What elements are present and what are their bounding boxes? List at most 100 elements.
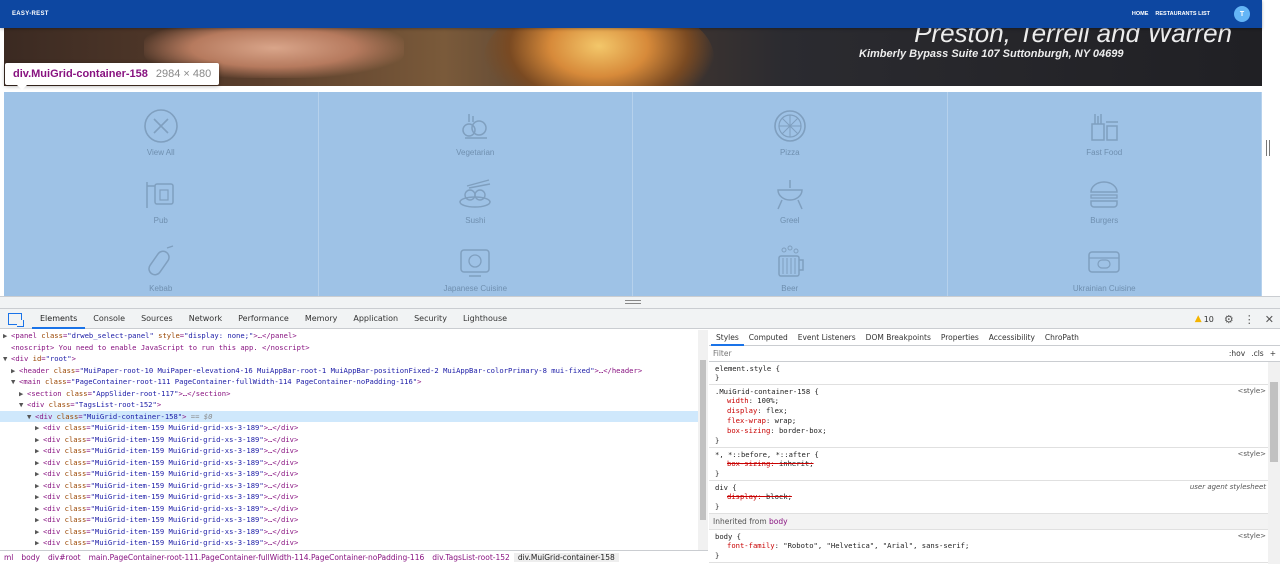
- category-tile[interactable]: Greel: [633, 160, 948, 228]
- category-tile[interactable]: View All: [4, 92, 319, 160]
- expand-arrow-icon[interactable]: ▶: [35, 434, 43, 446]
- close-icon[interactable]: ✕: [1265, 313, 1274, 326]
- inspect-element-icon[interactable]: [8, 312, 24, 327]
- breadcrumb-item[interactable]: body: [17, 553, 44, 562]
- dom-node-row[interactable]: ▶ <div class="MuiGrid-item-159 MuiGrid-gr…: [0, 514, 707, 526]
- devtools-tab-performance[interactable]: Performance: [230, 309, 297, 329]
- devtools-tab-sources[interactable]: Sources: [133, 309, 181, 329]
- expand-arrow-icon[interactable]: ▶: [35, 457, 43, 469]
- dom-node-row[interactable]: ▶ <div class="MuiGrid-item-159 MuiGrid-gr…: [0, 445, 707, 457]
- warning-counter[interactable]: ▲ 10: [1195, 314, 1214, 324]
- expand-arrow-icon[interactable]: ▶: [35, 537, 43, 549]
- dom-node-row[interactable]: ▼ <div class="MuiGrid-container-158"> == …: [0, 410, 707, 422]
- category-tile[interactable]: Pub: [4, 160, 319, 228]
- styles-tab-event-listeners[interactable]: Event Listeners: [793, 330, 861, 346]
- devtools-tab-memory[interactable]: Memory: [297, 309, 346, 329]
- css-source-link[interactable]: <style>: [1237, 387, 1266, 395]
- css-declaration[interactable]: display: block;: [715, 492, 1274, 502]
- dom-node-row[interactable]: ▶ <div class="MuiGrid-item-159 MuiGrid-gr…: [0, 537, 707, 549]
- expand-arrow-icon[interactable]: ▶: [35, 491, 43, 503]
- page-scrollbar-grip[interactable]: [1266, 140, 1270, 156]
- css-source-link[interactable]: <style>: [1237, 532, 1266, 540]
- css-source-link[interactable]: <style>: [1237, 450, 1266, 458]
- new-rule-button[interactable]: +: [1270, 349, 1276, 358]
- dom-node-row[interactable]: ▶ <div class="MuiGrid-item-159 MuiGrid-gr…: [0, 457, 707, 469]
- dom-node-row[interactable]: ▶ <div class="MuiGrid-item-159 MuiGrid-gr…: [0, 422, 707, 434]
- styles-scroll-thumb[interactable]: [1270, 382, 1278, 462]
- breadcrumb-item[interactable]: div#root: [44, 553, 85, 562]
- category-tile[interactable]: Sushi: [319, 160, 633, 228]
- devtools-tab-lighthouse[interactable]: Lighthouse: [455, 309, 515, 329]
- devtools-tab-application[interactable]: Application: [345, 309, 406, 329]
- elements-scroll-thumb[interactable]: [700, 360, 706, 520]
- dom-node-row[interactable]: ▶ <div class="MuiGrid-item-159 MuiGrid-gr…: [0, 526, 707, 538]
- css-declaration[interactable]: box-sizing: border-box;: [715, 426, 1274, 436]
- devtools-tab-security[interactable]: Security: [406, 309, 455, 329]
- class-toggle[interactable]: .cls: [1251, 349, 1264, 358]
- styles-tab-properties[interactable]: Properties: [936, 330, 984, 346]
- dom-node-row[interactable]: ▼ <div class="TagsList-root-152">: [0, 399, 707, 411]
- dom-node-row[interactable]: ▶ <header class="MuiPaper-root-10 MuiPape…: [0, 365, 707, 377]
- dom-node-row[interactable]: ▶ <div class="MuiGrid-item-159 MuiGrid-gr…: [0, 480, 707, 492]
- styles-tab-styles[interactable]: Styles: [711, 330, 744, 346]
- css-declaration[interactable]: font-family: "Roboto", "Helvetica", "Ari…: [715, 541, 1274, 551]
- elements-tree[interactable]: ▶ <panel class="drweb_select-panel" style…: [0, 330, 708, 550]
- css-rule[interactable]: .MuiGrid-container-158 {<style> width: 10…: [709, 385, 1280, 448]
- expand-arrow-icon[interactable]: ▶: [11, 365, 19, 377]
- css-declaration[interactable]: display: flex;: [715, 406, 1274, 416]
- element-style-rule[interactable]: element.style {}: [709, 362, 1280, 385]
- styles-tab-dom-breakpoints[interactable]: DOM Breakpoints: [861, 330, 936, 346]
- styles-tab-chropath[interactable]: ChroPath: [1040, 330, 1084, 346]
- avatar[interactable]: T: [1234, 6, 1250, 22]
- category-tile[interactable]: Japanese Cuisine: [319, 228, 633, 296]
- expand-arrow-icon[interactable]: ▶: [35, 422, 43, 434]
- inherited-from-link[interactable]: body: [769, 517, 788, 526]
- breadcrumb-item[interactable]: div.TagsList-root-152: [428, 553, 514, 562]
- settings-gear-icon[interactable]: ⚙: [1224, 313, 1234, 326]
- dom-node-row[interactable]: ▶ <panel class="drweb_select-panel" style…: [0, 330, 707, 342]
- elements-scrollbar[interactable]: [698, 330, 708, 550]
- expand-arrow-icon[interactable]: ▶: [35, 503, 43, 515]
- breadcrumb-item[interactable]: ml: [0, 553, 17, 562]
- expand-arrow-icon[interactable]: ▶: [35, 445, 43, 457]
- dom-node-row[interactable]: ▶ <section class="AppSlider-root-117">…</…: [0, 388, 707, 400]
- styles-filter-input[interactable]: [713, 349, 1229, 358]
- devtools-tab-console[interactable]: Console: [85, 309, 133, 329]
- dom-node-row[interactable]: ▶ <div class="MuiGrid-item-159 MuiGrid-gr…: [0, 468, 707, 480]
- css-rule[interactable]: body {<style> font-family: "Roboto", "Hel…: [709, 530, 1280, 563]
- breadcrumb-item[interactable]: div.MuiGrid-container-158: [513, 553, 619, 562]
- expand-arrow-icon[interactable]: ▶: [35, 526, 43, 538]
- dom-node-row[interactable]: ▶ <div class="MuiGrid-item-159 MuiGrid-gr…: [0, 434, 707, 446]
- more-options-icon[interactable]: ⋮: [1244, 313, 1255, 326]
- dom-node-row[interactable]: ▼ <main class="PageContainer-root-111 Pag…: [0, 376, 707, 388]
- collapse-arrow-icon[interactable]: ▼: [19, 399, 27, 411]
- category-tile[interactable]: Burgers: [948, 160, 1262, 228]
- dom-node-row[interactable]: ▶ <div class="MuiGrid-item-159 MuiGrid-gr…: [0, 503, 707, 515]
- category-tile[interactable]: Pizza: [633, 92, 948, 160]
- devtools-resize-handle[interactable]: [0, 297, 1280, 309]
- expand-arrow-icon[interactable]: ▶: [3, 330, 11, 342]
- css-rule[interactable]: *, *::before, *::after {<style> box-sizin…: [709, 448, 1280, 481]
- devtools-tab-network[interactable]: Network: [181, 309, 230, 329]
- expand-arrow-icon[interactable]: ▶: [35, 468, 43, 480]
- css-declaration[interactable]: width: 100%;: [715, 396, 1274, 406]
- expand-arrow-icon[interactable]: ▶: [35, 480, 43, 492]
- collapse-arrow-icon[interactable]: ▼: [11, 376, 19, 388]
- category-tile[interactable]: Beer: [633, 228, 948, 296]
- dom-node-row[interactable]: ▼ <div id="root">: [0, 353, 707, 365]
- css-rule[interactable]: div {user agent stylesheet display: block…: [709, 481, 1280, 514]
- devtools-tab-elements[interactable]: Elements: [32, 309, 86, 329]
- css-declaration[interactable]: flex-wrap: wrap;: [715, 416, 1274, 426]
- nav-home[interactable]: HOME: [1132, 11, 1149, 17]
- styles-tab-accessibility[interactable]: Accessibility: [984, 330, 1040, 346]
- styles-tab-computed[interactable]: Computed: [744, 330, 793, 346]
- dom-node-row[interactable]: <noscript> You need to enable JavaScript…: [0, 342, 707, 354]
- category-tile[interactable]: Vegetarian: [319, 92, 633, 160]
- css-declaration[interactable]: box-sizing: inherit;: [715, 459, 1274, 469]
- nav-restaurants-list[interactable]: RESTAURANTS LIST: [1155, 11, 1210, 17]
- styles-scrollbar[interactable]: [1268, 362, 1280, 564]
- expand-arrow-icon[interactable]: ▶: [19, 388, 27, 400]
- brand-logo[interactable]: EASY-REST: [12, 11, 49, 17]
- resize-grip-icon[interactable]: [625, 300, 641, 304]
- category-tile[interactable]: Ukrainian Cuisine: [948, 228, 1262, 296]
